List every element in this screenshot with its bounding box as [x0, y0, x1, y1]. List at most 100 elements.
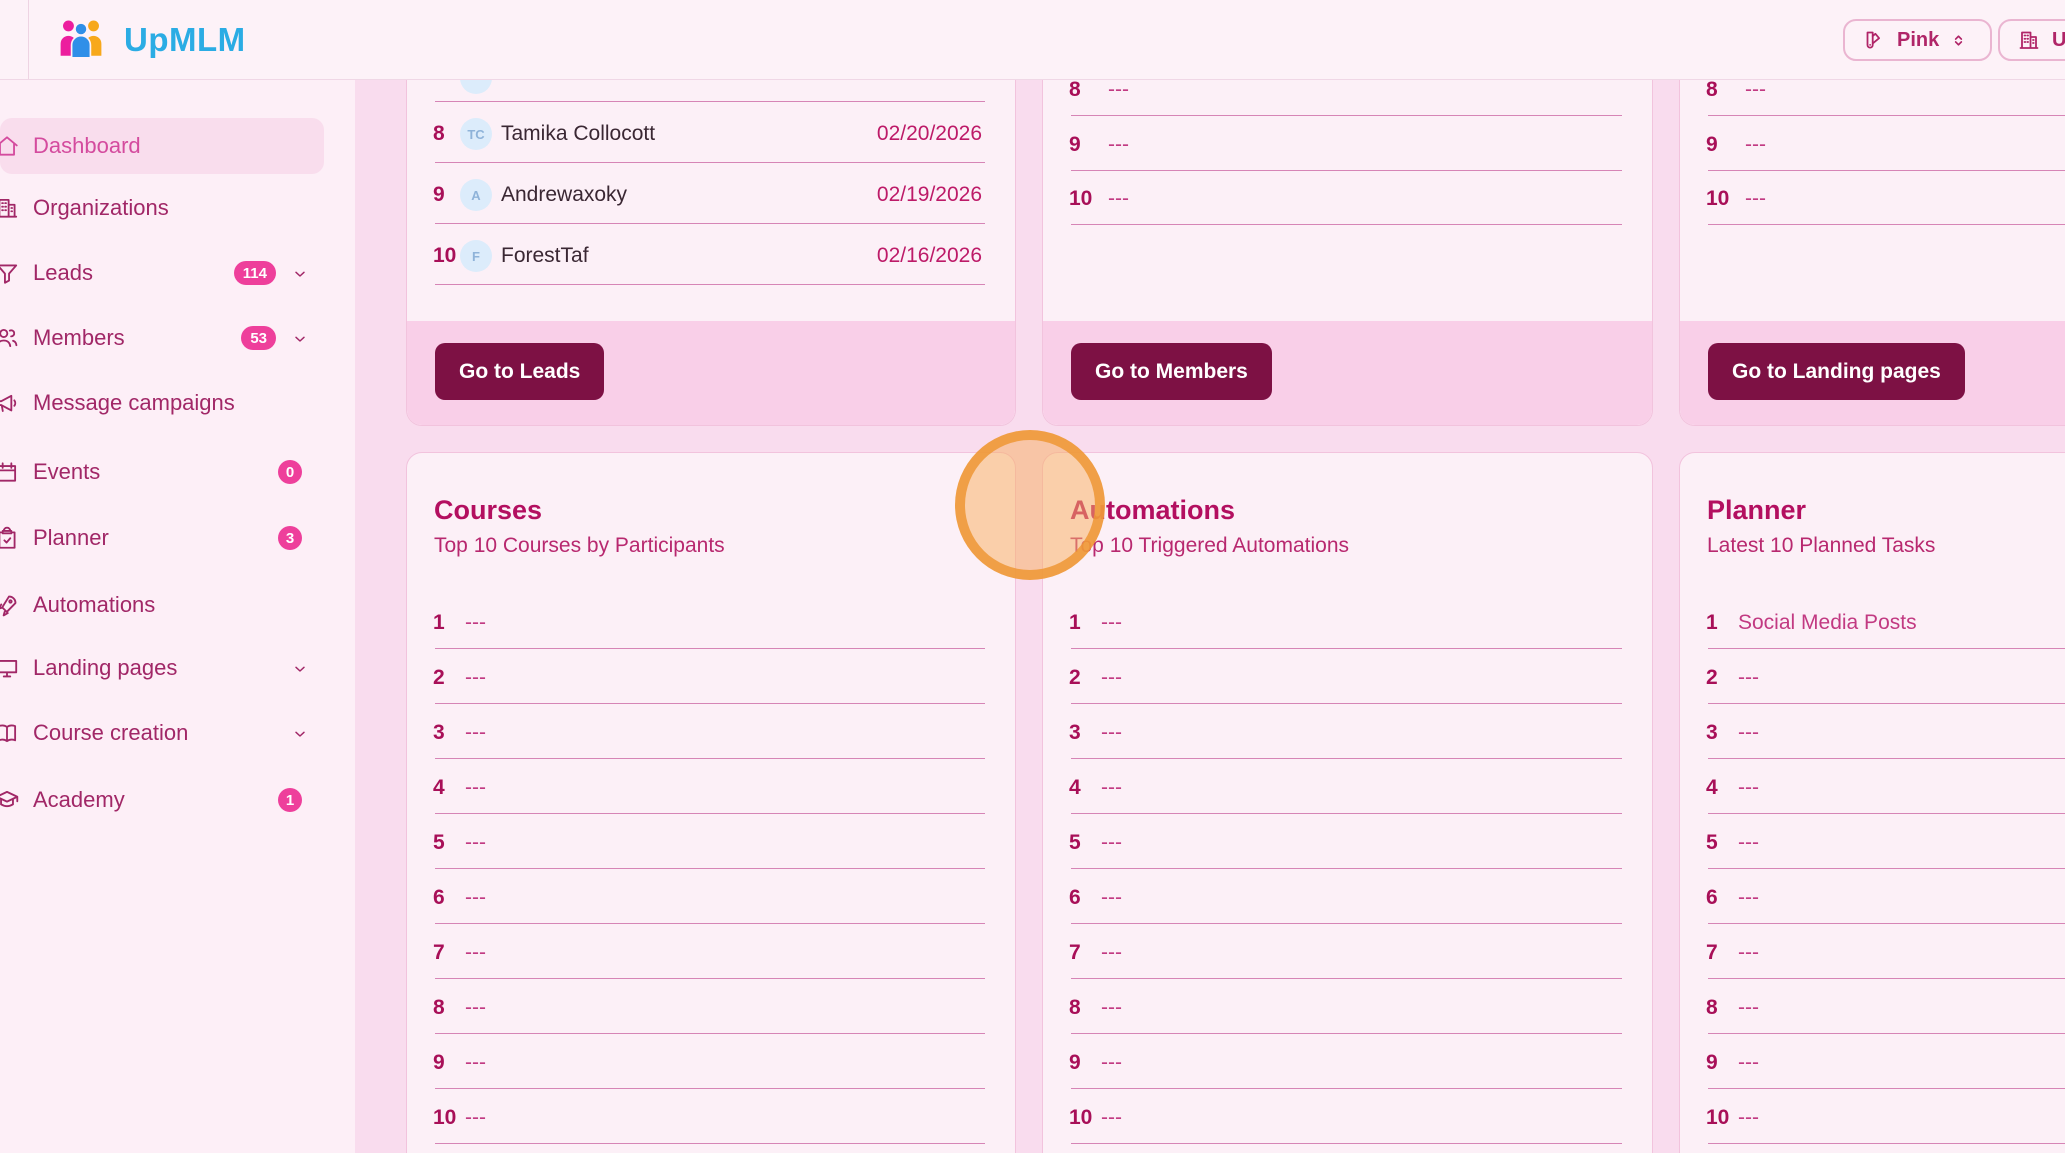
- row-value: ---: [1108, 80, 1129, 110]
- row-value: ---: [1101, 713, 1122, 753]
- row-value: ---: [1738, 988, 1759, 1028]
- chevron-down-icon: [292, 266, 308, 282]
- row-separator: [1708, 978, 2065, 979]
- lead-row[interactable]: 9AAndrewaxoky02/19/2026: [407, 175, 1015, 215]
- row-number: 4: [1069, 768, 1081, 808]
- row-value: ---: [465, 603, 486, 643]
- row-value: ---: [465, 713, 486, 753]
- row-number: 3: [1069, 713, 1081, 753]
- row-value: ---: [1101, 823, 1122, 863]
- row-number: 10: [433, 1098, 456, 1138]
- sidebar-item-label: Landing pages: [33, 640, 177, 696]
- row-number: 8: [433, 114, 445, 154]
- row-value: ---: [1738, 933, 1759, 973]
- list-row: 9---: [1043, 125, 1652, 165]
- book-icon: [0, 720, 20, 746]
- row-separator: [1708, 813, 2065, 814]
- list-row: 6---: [407, 878, 1015, 918]
- sidebar-item-message-campaigns[interactable]: Message campaigns: [0, 375, 324, 431]
- row-separator: [1071, 1143, 1622, 1144]
- sidebar-item-course-creation[interactable]: Course creation: [0, 705, 324, 761]
- row-number: 9: [433, 1043, 445, 1083]
- sidebar-item-landing-pages[interactable]: Landing pages: [0, 640, 324, 696]
- row-number: 2: [1069, 658, 1081, 698]
- building-icon: [0, 195, 20, 221]
- row-value: ---: [1738, 768, 1759, 808]
- row-value: ---: [1738, 713, 1759, 753]
- members-card: 8---9---10--- Go to Members: [1042, 80, 1653, 426]
- sidebar-item-label: Organizations: [33, 180, 169, 236]
- go-to-leads-button[interactable]: Go to Leads: [435, 343, 604, 400]
- avatar: TC: [460, 118, 492, 150]
- lead-date: 02/19/2026: [877, 175, 982, 215]
- row-value: ---: [1108, 179, 1129, 219]
- megaphone-icon: [0, 390, 20, 416]
- row-number: 6: [1706, 878, 1718, 918]
- planner-card: Planner Latest 10 Planned Tasks 1Social …: [1679, 452, 2065, 1153]
- list-row: 7---: [1043, 933, 1652, 973]
- row-value: ---: [1738, 658, 1759, 698]
- list-row: 7---: [1680, 933, 2065, 973]
- card-subtitle: Top 10 Courses by Participants: [434, 534, 725, 558]
- card-subtitle: Top 10 Triggered Automations: [1070, 534, 1349, 558]
- sidebar-item-leads[interactable]: Leads114: [0, 245, 324, 301]
- lead-row[interactable]: 10FForestTaf02/16/2026: [407, 236, 1015, 276]
- row-value: ---: [1738, 823, 1759, 863]
- row-separator: [1708, 868, 2065, 869]
- lead-name: ForestTaf: [501, 236, 589, 276]
- organization-label: U: [2052, 29, 2065, 52]
- sidebar-item-academy[interactable]: Academy1: [0, 772, 324, 828]
- go-to-members-button[interactable]: Go to Members: [1071, 343, 1272, 400]
- list-row: 5---: [1680, 823, 2065, 863]
- theme-select-button[interactable]: Pink: [1843, 19, 1992, 61]
- people-icon: [0, 325, 20, 351]
- chevron-down-icon: [292, 661, 308, 677]
- row-separator: [1071, 115, 1622, 116]
- sidebar-item-members[interactable]: Members53: [0, 310, 324, 366]
- sidebar-item-label: Academy: [33, 772, 125, 828]
- sidebar-item-events[interactable]: Events0: [0, 444, 324, 500]
- sidebar-item-dashboard[interactable]: Dashboard: [0, 118, 324, 174]
- lead-row[interactable]: 8TCTamika Collocott02/20/2026: [407, 114, 1015, 154]
- row-number: 9: [433, 175, 445, 215]
- list-row: 6---: [1043, 878, 1652, 918]
- list-row: 2 ---: [1043, 658, 1652, 698]
- row-separator: [1708, 758, 2065, 759]
- row-value: ---: [1101, 658, 1122, 698]
- row-separator: [1071, 170, 1622, 171]
- go-to-landing-pages-button[interactable]: Go to Landing pages: [1708, 343, 1965, 400]
- card-title: Courses: [434, 495, 542, 526]
- chevron-down-icon: [292, 331, 308, 347]
- sidebar-item-automations[interactable]: Automations: [0, 577, 324, 633]
- row-value: ---: [1738, 1043, 1759, 1083]
- list-row: 8---: [407, 988, 1015, 1028]
- row-number: 9: [1069, 1043, 1081, 1083]
- list-row: 10---: [407, 1098, 1015, 1138]
- members-card-footer: Go to Members: [1043, 321, 1652, 425]
- sidebar-item-planner[interactable]: Planner3: [0, 510, 324, 566]
- sidebar-item-organizations[interactable]: Organizations: [0, 180, 324, 236]
- row-number: 10: [1069, 179, 1092, 219]
- row-value: ---: [465, 988, 486, 1028]
- list-row: 10---: [1680, 1098, 2065, 1138]
- rocket-icon: [0, 592, 20, 618]
- list-row: 4---: [1043, 768, 1652, 808]
- landing-pages-card-footer: Go to Landing pages: [1680, 321, 2065, 425]
- count-badge: 3: [278, 526, 302, 550]
- graduation-cap-icon: [0, 787, 20, 813]
- row-number: 10: [433, 236, 456, 276]
- row-value: ---: [1101, 878, 1122, 918]
- row-number: 10: [1706, 1098, 1729, 1138]
- row-separator: [1708, 648, 2065, 649]
- courses-card: Courses Top 10 Courses by Participants 1…: [406, 452, 1016, 1153]
- lead-date: 02/20/2026: [877, 114, 982, 154]
- brand-title: UpMLM: [124, 21, 246, 59]
- row-number: 1: [1069, 603, 1081, 643]
- organization-button[interactable]: U: [1998, 19, 2065, 61]
- row-value: ---: [465, 768, 486, 808]
- avatar: A: [460, 179, 492, 211]
- row-separator: [435, 758, 985, 759]
- upmlm-logo-icon: [58, 16, 104, 62]
- row-separator: [1708, 115, 2065, 116]
- row-separator: [435, 648, 985, 649]
